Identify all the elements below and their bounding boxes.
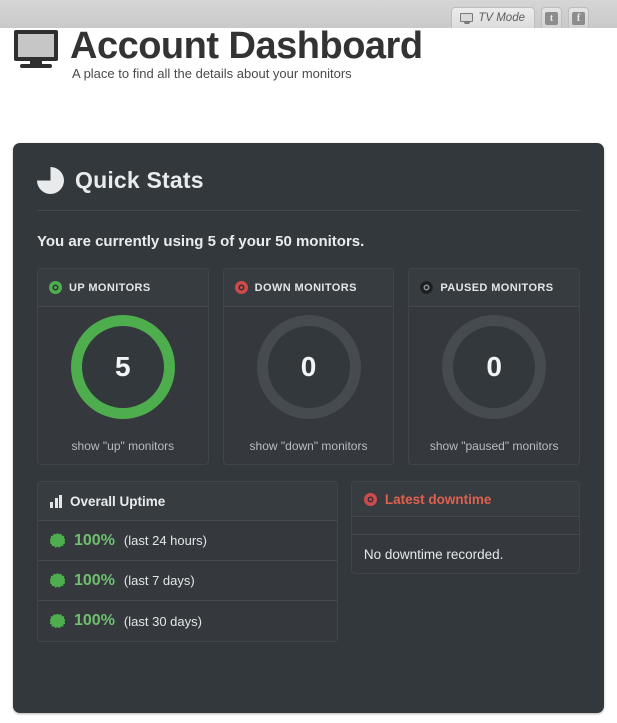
up-monitors-body: 5 [38,307,208,427]
black-circle-icon [420,281,434,294]
up-monitors-count: 5 [115,351,131,382]
overall-uptime-header: Overall Uptime [38,482,337,521]
show-down-monitors-link[interactable]: show "down" monitors [224,427,394,464]
latest-downtime-title: Latest downtime [384,491,492,507]
down-monitors-donut: 0 [256,315,361,419]
red-circle-icon [234,281,248,294]
down-monitors-body: 0 [224,307,394,427]
header-divider [37,210,580,211]
facebook-icon: f [572,11,585,25]
latest-downtime-spacer [351,517,579,535]
uptime-percent: 100% [74,571,115,589]
star-badge-icon [50,573,65,588]
paused-monitors-label: PAUSED MONITORS [440,281,554,294]
latest-downtime-panel: Latest downtime No downtime recorded. [350,481,580,574]
bar-chart-icon [50,494,62,508]
uptime-percent: 100% [74,612,115,629]
up-monitors-card: UP MONITORS 5 show "up" monitors [37,268,209,465]
latest-downtime-header: Latest downtime [351,482,579,517]
quick-stats-title: Quick Stats [75,167,204,193]
paused-monitors-count: 0 [486,351,502,382]
bottom-panels: Overall Uptime 100% (last 24 hours) 100%… [37,481,580,642]
monitor-icon [460,12,474,24]
twitter-icon: t [545,11,558,25]
up-monitors-card-header: UP MONITORS [38,269,208,307]
header-branding: Account Dashboard A place to find all th… [14,24,423,81]
quick-stats-header: Quick Stats [37,167,580,194]
tv-mode-label: TV Mode [478,12,525,24]
down-monitors-card: DOWN MONITORS 0 show "down" monitors [222,268,395,465]
down-monitors-count: 0 [300,351,317,382]
paused-monitors-card-header: PAUSED MONITORS [409,269,580,307]
page-title: Account Dashboard [70,25,423,67]
uptime-period: (last 24 hours) [123,533,208,548]
show-up-monitors-link[interactable]: show "up" monitors [38,427,208,464]
stat-cards: UP MONITORS 5 show "up" monitors DOWN MO… [37,268,581,465]
star-badge-icon [50,613,65,629]
quick-stats-panel: Quick Stats You are currently using 5 of… [13,143,604,713]
uptime-row: 100% (last 7 days) [38,561,337,601]
uptime-row: 100% (last 30 days) [38,601,337,641]
overall-uptime-title: Overall Uptime [70,493,166,509]
uptime-row: 100% (last 24 hours) [38,521,337,561]
paused-monitors-card: PAUSED MONITORS 0 show "paused" monitors [408,268,581,465]
monitor-logo-icon [14,30,58,68]
paused-monitors-donut: 0 [442,315,547,419]
overall-uptime-panel: Overall Uptime 100% (last 24 hours) 100%… [37,481,338,642]
up-monitors-donut: 5 [70,315,175,419]
paused-monitors-body: 0 [409,307,579,427]
green-circle-icon [49,281,62,294]
uptime-percent: 100% [74,531,115,549]
uptime-period: (last 7 days) [123,573,195,588]
usage-summary: You are currently using 5 of your 50 mon… [37,233,365,250]
up-monitors-label: UP MONITORS [69,281,151,294]
uptime-period: (last 30 days) [123,613,202,629]
red-circle-icon [363,492,377,506]
latest-downtime-message: No downtime recorded. [363,546,504,562]
star-badge-icon [50,533,65,548]
down-monitors-card-header: DOWN MONITORS [223,269,394,307]
facebook-button[interactable]: f [568,7,589,28]
page-subtitle: A place to find all the details about yo… [72,66,352,81]
show-paused-monitors-link[interactable]: show "paused" monitors [409,427,579,464]
tv-mode-tab[interactable]: TV Mode [451,7,535,28]
pie-chart-icon [37,167,64,194]
down-monitors-label: DOWN MONITORS [254,281,357,294]
twitter-button[interactable]: t [541,7,562,28]
